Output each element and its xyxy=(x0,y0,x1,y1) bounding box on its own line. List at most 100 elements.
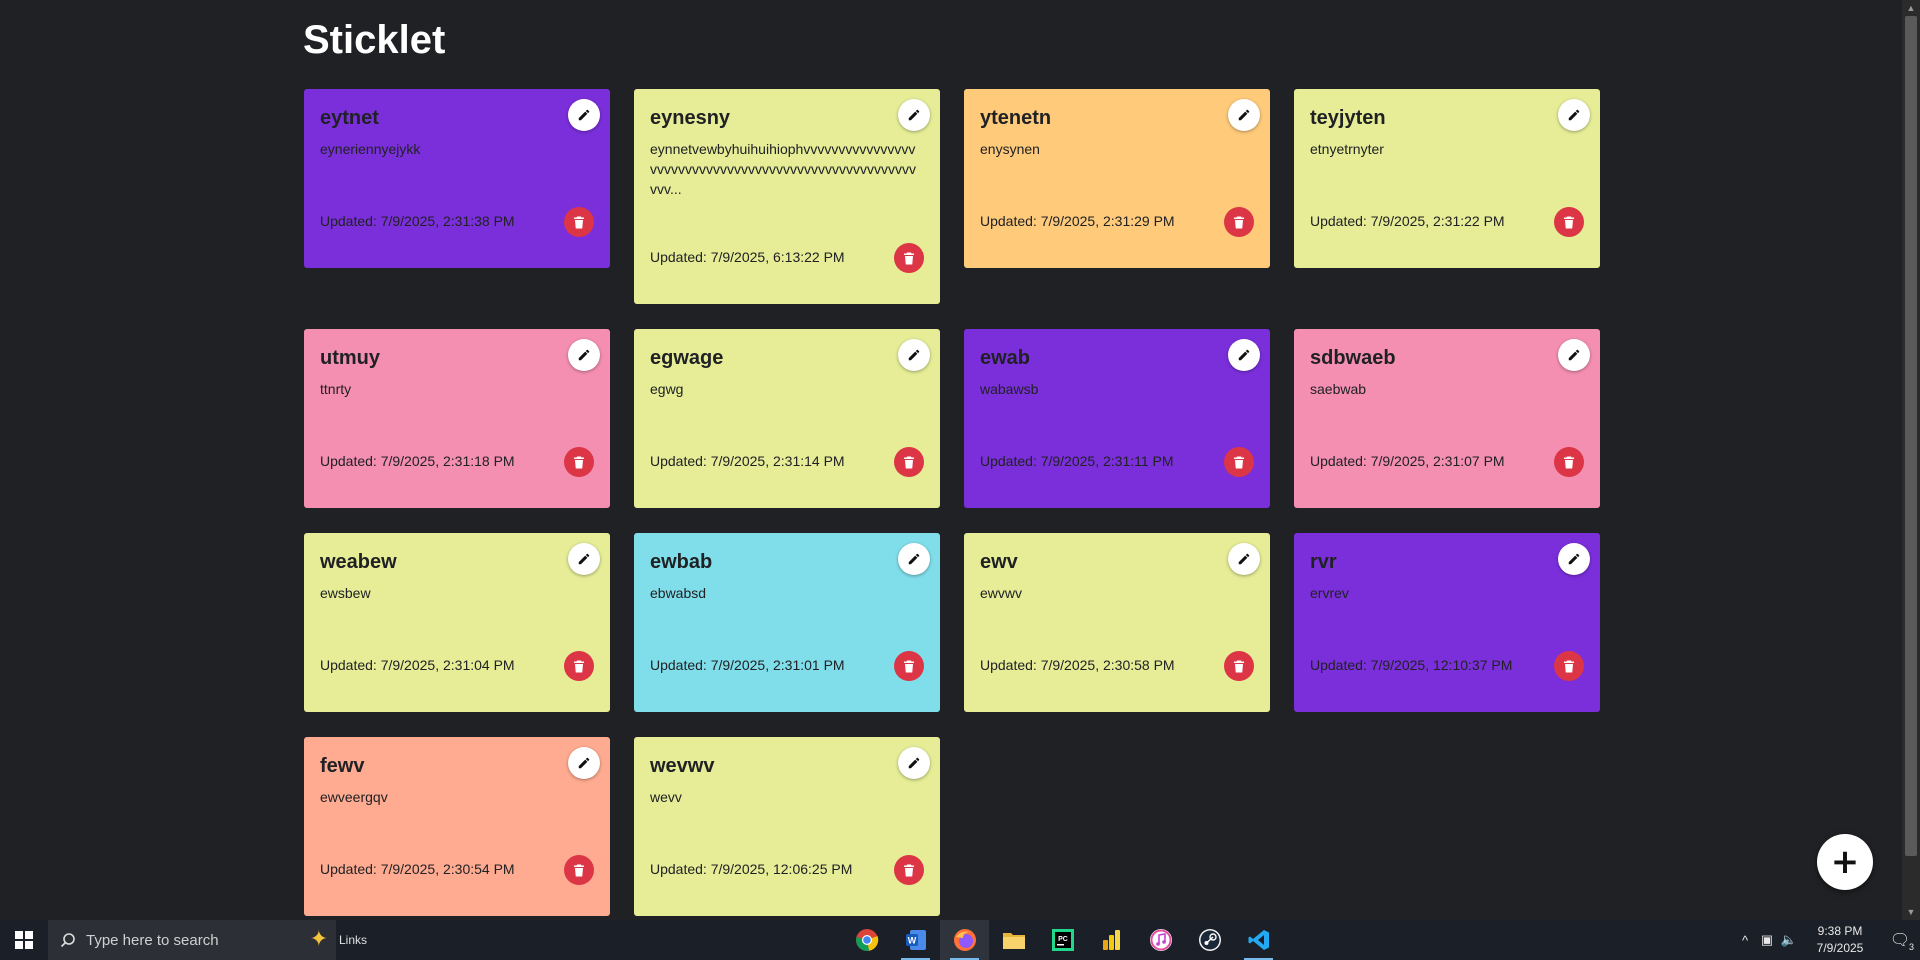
trash-icon xyxy=(574,456,584,468)
note-card[interactable]: eytnet eyneriennyejykk Updated: 7/9/2025, … xyxy=(304,89,610,268)
trash-icon xyxy=(574,660,584,672)
taskbar-clock[interactable]: 9:38 PM 7/9/2025 xyxy=(1800,923,1880,957)
note-content: ewvwv xyxy=(980,585,1023,601)
show-hidden-icons-icon[interactable]: ^ xyxy=(1734,933,1756,948)
note-card[interactable]: wevwv wevv Updated: 7/9/2025, 12:06:25 PM xyxy=(634,737,940,916)
itunes-icon[interactable] xyxy=(1136,920,1185,960)
edit-note-button[interactable] xyxy=(1558,543,1590,575)
svg-text:W: W xyxy=(907,936,916,946)
note-content: etnyetrnyter xyxy=(1310,141,1384,157)
edit-note-button[interactable] xyxy=(898,747,930,779)
note-title: egwage xyxy=(650,347,724,369)
volume-icon[interactable]: 🔈 xyxy=(1778,932,1800,948)
page-scrollbar[interactable]: ▲ ▼ xyxy=(1902,0,1920,920)
delete-note-button[interactable] xyxy=(1554,651,1584,681)
word-icon[interactable]: W xyxy=(891,920,940,960)
delete-note-button[interactable] xyxy=(894,243,924,273)
scroll-up-arrow-icon[interactable]: ▲ xyxy=(1902,0,1920,16)
power-bi-icon[interactable] xyxy=(1087,920,1136,960)
edit-note-button[interactable] xyxy=(1558,339,1590,371)
note-updated-timestamp: Updated: 7/9/2025, 2:31:18 PM xyxy=(320,453,515,469)
edit-note-button[interactable] xyxy=(1228,339,1260,371)
edit-note-button[interactable] xyxy=(898,99,930,131)
note-card[interactable]: ytenetn enysynen Updated: 7/9/2025, 2:31:2… xyxy=(964,89,1270,268)
note-card[interactable]: weabew ewsbew Updated: 7/9/2025, 2:31:04 P… xyxy=(304,533,610,712)
note-updated-timestamp: Updated: 7/9/2025, 2:31:01 PM xyxy=(650,657,845,673)
trash-icon xyxy=(574,216,584,228)
note-updated-timestamp: Updated: 7/9/2025, 2:31:04 PM xyxy=(320,657,515,673)
search-placeholder: Type here to search xyxy=(86,931,219,949)
delete-note-button[interactable] xyxy=(894,651,924,681)
note-card[interactable]: egwage egwg Updated: 7/9/2025, 2:31:14 PM xyxy=(634,329,940,508)
delete-note-button[interactable] xyxy=(1554,207,1584,237)
start-button[interactable] xyxy=(0,920,48,960)
delete-note-button[interactable] xyxy=(1224,207,1254,237)
delete-note-button[interactable] xyxy=(564,651,594,681)
note-updated-timestamp: Updated: 7/9/2025, 2:31:29 PM xyxy=(980,213,1175,229)
note-content: eynnetvewbyhuihuihiophvvvvvvvvvvvvvvvvvv… xyxy=(650,141,916,197)
delete-note-button[interactable] xyxy=(1554,447,1584,477)
scroll-thumb[interactable] xyxy=(1905,16,1917,856)
notification-count: 3 xyxy=(1908,942,1914,952)
vscode-icon[interactable] xyxy=(1234,920,1283,960)
pycharm-icon[interactable]: PC xyxy=(1038,920,1087,960)
edit-note-button[interactable] xyxy=(568,99,600,131)
edit-note-button[interactable] xyxy=(1558,99,1590,131)
sparkle-icon: ✦ xyxy=(309,926,328,951)
pencil-icon xyxy=(908,757,920,769)
add-note-button[interactable]: + xyxy=(1817,834,1873,890)
edit-note-button[interactable] xyxy=(1228,99,1260,131)
edit-note-button[interactable] xyxy=(568,339,600,371)
note-updated-timestamp: Updated: 7/9/2025, 6:13:22 PM xyxy=(650,249,845,265)
note-content: ebwabsd xyxy=(650,585,707,601)
edit-note-button[interactable] xyxy=(568,747,600,779)
chrome-icon[interactable] xyxy=(842,920,891,960)
page-title: Sticklet xyxy=(303,18,446,62)
note-card[interactable]: ewbab ebwabsd Updated: 7/9/2025, 2:31:01 P… xyxy=(634,533,940,712)
delete-note-button[interactable] xyxy=(894,855,924,885)
steam-icon[interactable] xyxy=(1185,920,1234,960)
note-content: wabawsb xyxy=(980,381,1039,397)
note-card[interactable]: rvr ervrev Updated: 7/9/2025, 12:10:37 PM xyxy=(1294,533,1600,712)
pencil-icon xyxy=(908,553,920,565)
clock-date: 7/9/2025 xyxy=(1816,941,1864,955)
pencil-icon xyxy=(1568,349,1580,361)
note-card[interactable]: ewv ewvwv Updated: 7/9/2025, 2:30:58 PM xyxy=(964,533,1270,712)
note-card[interactable]: sdbwaeb saebwab Updated: 7/9/2025, 2:31:07… xyxy=(1294,329,1600,508)
note-title: eytnet xyxy=(320,107,379,129)
taskbar-search-input[interactable]: Type here to search ✦ xyxy=(48,920,336,960)
note-updated-timestamp: Updated: 7/9/2025, 12:10:37 PM xyxy=(1310,657,1513,673)
delete-note-button[interactable] xyxy=(564,207,594,237)
note-card[interactable]: eynesny eynnetvewbyhuihuihiophvvvvvvvvvvv… xyxy=(634,89,940,304)
note-card[interactable]: teyjyten etnyetrnyter Updated: 7/9/2025, 2… xyxy=(1294,89,1600,268)
note-updated-timestamp: Updated: 7/9/2025, 2:31:38 PM xyxy=(320,213,515,229)
delete-note-button[interactable] xyxy=(1224,447,1254,477)
scroll-down-arrow-icon[interactable]: ▼ xyxy=(1902,904,1920,920)
delete-note-button[interactable] xyxy=(894,447,924,477)
network-icon[interactable]: ▣ xyxy=(1756,932,1778,948)
delete-note-button[interactable] xyxy=(564,447,594,477)
delete-note-button[interactable] xyxy=(564,855,594,885)
edit-note-button[interactable] xyxy=(1228,543,1260,575)
edit-note-button[interactable] xyxy=(898,339,930,371)
file-explorer-icon[interactable] xyxy=(989,920,1038,960)
note-content: ervrev xyxy=(1310,585,1349,601)
edit-note-button[interactable] xyxy=(898,543,930,575)
note-title: rvr xyxy=(1310,551,1337,573)
pencil-icon xyxy=(1568,109,1580,121)
delete-note-button[interactable] xyxy=(1224,651,1254,681)
note-updated-timestamp: Updated: 7/9/2025, 2:31:14 PM xyxy=(650,453,845,469)
firefox-icon[interactable] xyxy=(940,920,989,960)
edit-note-button[interactable] xyxy=(568,543,600,575)
note-updated-timestamp: Updated: 7/9/2025, 2:31:07 PM xyxy=(1310,453,1505,469)
pencil-icon xyxy=(908,349,920,361)
note-card[interactable]: utmuy ttnrty Updated: 7/9/2025, 2:31:18 PM xyxy=(304,329,610,508)
links-toolbar[interactable]: Links xyxy=(339,933,367,947)
note-content: ttnrty xyxy=(320,381,352,397)
note-updated-timestamp: Updated: 7/9/2025, 2:30:58 PM xyxy=(980,657,1175,673)
pencil-icon xyxy=(1238,349,1250,361)
note-card[interactable]: ewab wabawsb Updated: 7/9/2025, 2:31:11 PM xyxy=(964,329,1270,508)
note-card[interactable]: fewv ewveergqv Updated: 7/9/2025, 2:30:54 … xyxy=(304,737,610,916)
svg-text:PC: PC xyxy=(1058,936,1068,943)
notification-center-button[interactable]: 🗨 3 xyxy=(1880,930,1920,952)
